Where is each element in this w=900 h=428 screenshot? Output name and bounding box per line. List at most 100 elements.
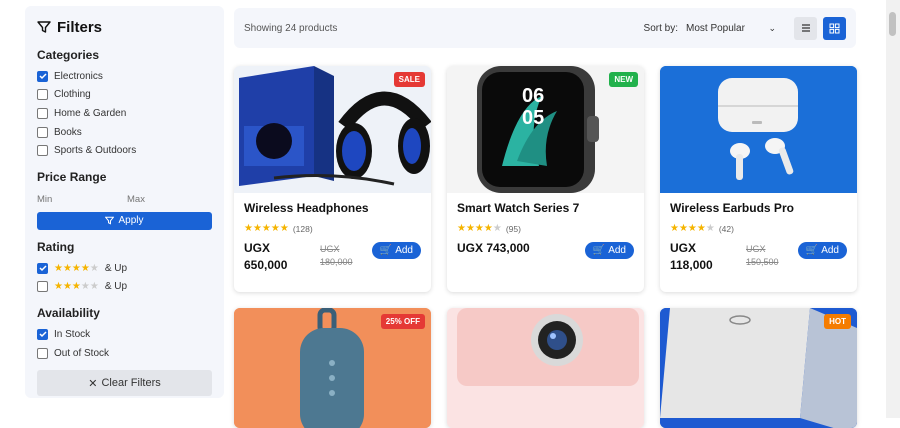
- availability-label: In Stock: [54, 328, 91, 340]
- price-line: UGX 118,000 UGX 150,500 🛒 Add: [670, 240, 847, 274]
- availability-out-of-stock[interactable]: Out of Stock: [37, 344, 212, 363]
- svg-text:06: 06: [522, 85, 544, 107]
- product-info: Wireless Headphones ★★★★★ (128) UGX 650,0…: [234, 193, 431, 282]
- product-card[interactable]: Wireless Earbuds Pro ★★★★★ (42) UGX 118,0…: [660, 66, 857, 292]
- add-label: Add: [821, 245, 839, 256]
- filters-sidebar: Filters Categories Electronics Clothing …: [25, 6, 224, 398]
- availability-label: Out of Stock: [54, 347, 110, 359]
- category-books[interactable]: Books: [37, 123, 212, 142]
- add-label: Add: [395, 245, 413, 256]
- max-price-input[interactable]: [127, 190, 211, 208]
- cart-icon: 🛒: [805, 245, 819, 256]
- results-toolbar: Showing 24 products Sort by: Most Popula…: [234, 8, 856, 48]
- filter-icon: [105, 217, 115, 226]
- filter-icon: [37, 21, 51, 33]
- product-image-earbuds[interactable]: [660, 66, 857, 193]
- badge-sale: SALE: [393, 72, 425, 87]
- page-scrollbar[interactable]: [886, 0, 900, 418]
- product-name[interactable]: Smart Watch Series 7: [457, 201, 634, 219]
- badge-discount: 25% OFF: [380, 314, 425, 329]
- availability-in-stock[interactable]: In Stock: [37, 325, 212, 344]
- add-to-cart-button[interactable]: 🛒 Add: [584, 242, 634, 259]
- product-rating: ★★★★★ (128): [244, 223, 421, 234]
- list-view-button[interactable]: [794, 16, 817, 40]
- category-electronics[interactable]: Electronics: [37, 67, 212, 86]
- category-clothing[interactable]: Clothing: [37, 86, 212, 105]
- five-stars-icon: ★★★★★: [244, 223, 289, 234]
- product-rating: ★★★★★ (95): [457, 223, 634, 234]
- price-inputs: [37, 190, 212, 208]
- four-stars-icon: ★★★★★: [457, 223, 502, 234]
- product-image-laptop[interactable]: HOT: [660, 308, 857, 428]
- review-count: (42): [718, 223, 734, 234]
- sort-value: Most Popular: [686, 22, 745, 34]
- product-card[interactable]: HOT: [660, 308, 857, 428]
- category-label: Books: [54, 126, 82, 138]
- sort-select[interactable]: Most Popular ⌄: [686, 23, 776, 34]
- scrollbar-thumb[interactable]: [889, 12, 896, 36]
- svg-text:05: 05: [522, 107, 544, 129]
- clear-filters-label: Clear Filters: [101, 377, 161, 390]
- cart-icon: 🛒: [592, 245, 606, 256]
- category-label: Electronics: [54, 70, 103, 82]
- checkbox[interactable]: [37, 89, 48, 101]
- rating-label: & Up: [104, 281, 128, 293]
- product-name[interactable]: Wireless Headphones: [244, 201, 421, 219]
- clear-filters-button[interactable]: ✕ Clear Filters: [37, 370, 212, 397]
- product-info: Wireless Earbuds Pro ★★★★★ (42) UGX 118,0…: [660, 193, 857, 282]
- price-line: UGX 650,000 UGX 180,000 🛒 Add: [244, 240, 421, 274]
- checkbox[interactable]: [37, 281, 48, 293]
- price-line: UGX 743,000 🛒 Add: [457, 240, 634, 259]
- product-price: UGX 743,000: [457, 241, 530, 255]
- chevron-down-icon: ⌄: [768, 22, 776, 33]
- categories-title: Categories: [37, 48, 100, 62]
- grid-view-button[interactable]: [823, 16, 846, 40]
- four-stars-icon: ★★★★★: [54, 262, 99, 274]
- availability-title: Availability: [37, 306, 100, 321]
- filters-heading: Filters: [37, 16, 212, 38]
- min-price-input[interactable]: [37, 190, 121, 208]
- badge-new: NEW: [609, 72, 638, 87]
- product-name[interactable]: Wireless Earbuds Pro: [670, 201, 847, 219]
- product-price: UGX 650,000: [244, 241, 288, 272]
- product-image-smartwatch[interactable]: 06 05 NEW: [447, 66, 644, 193]
- review-count: (95): [505, 223, 521, 234]
- category-label: Home & Garden: [54, 107, 127, 119]
- availability-list: In Stock Out of Stock: [37, 325, 212, 362]
- checkbox[interactable]: [37, 262, 48, 274]
- category-label: Clothing: [54, 89, 91, 101]
- product-card[interactable]: 25% OFF: [234, 308, 431, 428]
- category-sports-outdoors[interactable]: Sports & Outdoors: [37, 141, 212, 160]
- rating-list: ★★★★★ & Up ★★★★★ & Up: [37, 259, 212, 296]
- rating-4-up[interactable]: ★★★★★ & Up: [37, 259, 212, 278]
- product-card[interactable]: [447, 308, 644, 428]
- review-count: (128): [292, 223, 313, 234]
- checkbox[interactable]: [37, 126, 48, 138]
- category-home-garden[interactable]: Home & Garden: [37, 104, 212, 123]
- rating-title: Rating: [37, 239, 75, 254]
- checkbox[interactable]: [37, 328, 48, 340]
- categories-list: Electronics Clothing Home & Garden Books…: [37, 67, 212, 160]
- sort-label: Sort by:: [643, 22, 678, 34]
- rating-3-up[interactable]: ★★★★★ & Up: [37, 278, 212, 297]
- add-label: Add: [608, 245, 626, 256]
- close-icon: ✕: [88, 377, 98, 390]
- category-label: Sports & Outdoors: [54, 145, 137, 157]
- checkbox[interactable]: [37, 70, 48, 82]
- product-image-speaker[interactable]: 25% OFF: [234, 308, 431, 428]
- product-old-price: UGX 150,500: [746, 244, 779, 267]
- product-card[interactable]: SALE Wireless Headphones ★★★★★ (128) UGX …: [234, 66, 431, 292]
- add-to-cart-button[interactable]: 🛒 Add: [371, 242, 421, 259]
- product-info: Smart Watch Series 7 ★★★★★ (95) UGX 743,0…: [447, 193, 644, 267]
- checkbox[interactable]: [37, 145, 48, 157]
- product-image-headphones[interactable]: SALE: [234, 66, 431, 193]
- product-image-camera[interactable]: [447, 308, 644, 428]
- apply-button[interactable]: Apply: [37, 211, 212, 230]
- rating-label: & Up: [104, 262, 128, 274]
- product-card[interactable]: 06 05 NEW Smart Watch Series 7 ★★★★★ (95)…: [447, 66, 644, 292]
- checkbox[interactable]: [37, 347, 48, 359]
- add-to-cart-button[interactable]: 🛒 Add: [797, 242, 847, 259]
- checkbox[interactable]: [37, 107, 48, 119]
- product-old-price: UGX 180,000: [320, 244, 353, 267]
- filters-title: Filters: [57, 18, 103, 36]
